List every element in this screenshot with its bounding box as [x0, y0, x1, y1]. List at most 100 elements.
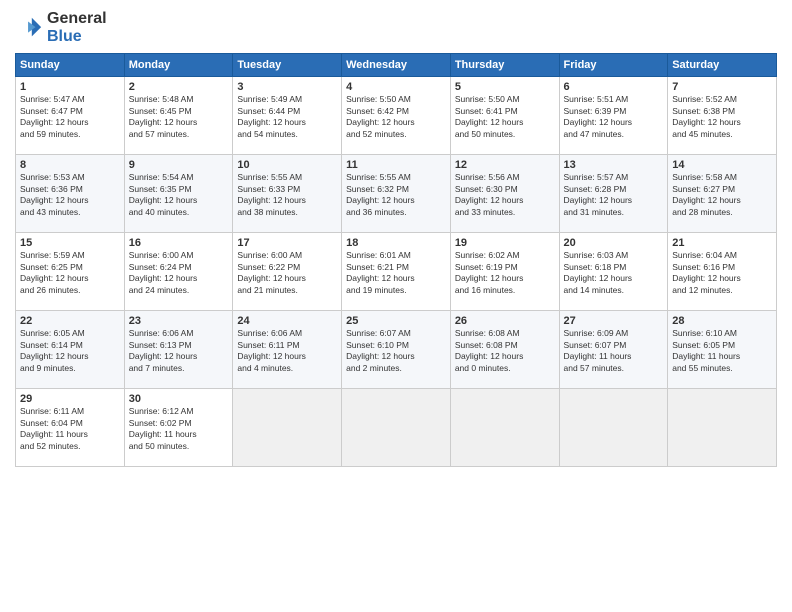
cell-line: Sunrise: 6:06 AM — [129, 328, 229, 339]
table-row: 9Sunrise: 5:54 AMSunset: 6:35 PMDaylight… — [124, 155, 233, 233]
day-number: 20 — [564, 237, 664, 249]
cell-line: Sunrise: 6:08 AM — [455, 328, 555, 339]
day-number: 7 — [672, 81, 772, 93]
cell-line: Sunset: 6:35 PM — [129, 184, 229, 195]
day-number: 14 — [672, 159, 772, 171]
table-row: 1Sunrise: 5:47 AMSunset: 6:47 PMDaylight… — [16, 77, 125, 155]
cell-line: Sunrise: 5:55 AM — [237, 172, 337, 183]
cell-line: Sunset: 6:27 PM — [672, 184, 772, 195]
cell-line: and 54 minutes. — [237, 129, 337, 140]
col-friday: Friday — [559, 54, 668, 77]
cell-line: Daylight: 12 hours — [672, 195, 772, 206]
cell-line: Sunset: 6:07 PM — [564, 340, 664, 351]
cell-line: and 38 minutes. — [237, 207, 337, 218]
cell-line: Sunset: 6:18 PM — [564, 262, 664, 273]
table-row: 11Sunrise: 5:55 AMSunset: 6:32 PMDayligh… — [342, 155, 451, 233]
cell-line: Daylight: 12 hours — [455, 273, 555, 284]
cell-line: and 14 minutes. — [564, 285, 664, 296]
cell-line: Daylight: 12 hours — [20, 351, 120, 362]
day-number: 5 — [455, 81, 555, 93]
table-row: 5Sunrise: 5:50 AMSunset: 6:41 PMDaylight… — [450, 77, 559, 155]
cell-line: Sunrise: 6:03 AM — [564, 250, 664, 261]
cell-line: Sunset: 6:39 PM — [564, 106, 664, 117]
cell-line: and 21 minutes. — [237, 285, 337, 296]
day-number: 22 — [20, 315, 120, 327]
cell-line: Sunrise: 5:51 AM — [564, 94, 664, 105]
table-row: 10Sunrise: 5:55 AMSunset: 6:33 PMDayligh… — [233, 155, 342, 233]
cell-line: Daylight: 12 hours — [346, 273, 446, 284]
cell-line: Daylight: 12 hours — [237, 351, 337, 362]
cell-line: Daylight: 12 hours — [237, 117, 337, 128]
day-number: 23 — [129, 315, 229, 327]
table-row: 30Sunrise: 6:12 AMSunset: 6:02 PMDayligh… — [124, 389, 233, 467]
col-thursday: Thursday — [450, 54, 559, 77]
day-number: 8 — [20, 159, 120, 171]
table-row: 15Sunrise: 5:59 AMSunset: 6:25 PMDayligh… — [16, 233, 125, 311]
cell-line: Daylight: 12 hours — [672, 273, 772, 284]
calendar-table: Sunday Monday Tuesday Wednesday Thursday… — [15, 53, 777, 467]
cell-line: Daylight: 11 hours — [129, 429, 229, 440]
cell-line: and 4 minutes. — [237, 363, 337, 374]
day-number: 1 — [20, 81, 120, 93]
table-row: 26Sunrise: 6:08 AMSunset: 6:08 PMDayligh… — [450, 311, 559, 389]
day-number: 9 — [129, 159, 229, 171]
cell-line: Sunrise: 6:09 AM — [564, 328, 664, 339]
cell-line: Sunset: 6:10 PM — [346, 340, 446, 351]
cell-line: and 50 minutes. — [455, 129, 555, 140]
cell-line: Daylight: 12 hours — [129, 351, 229, 362]
cell-line: Sunset: 6:08 PM — [455, 340, 555, 351]
col-wednesday: Wednesday — [342, 54, 451, 77]
logo-text: General Blue — [47, 10, 107, 45]
cell-line: Sunrise: 6:12 AM — [129, 406, 229, 417]
table-row: 2Sunrise: 5:48 AMSunset: 6:45 PMDaylight… — [124, 77, 233, 155]
day-number: 26 — [455, 315, 555, 327]
col-saturday: Saturday — [668, 54, 777, 77]
col-tuesday: Tuesday — [233, 54, 342, 77]
cell-line: Sunset: 6:11 PM — [237, 340, 337, 351]
table-row: 19Sunrise: 6:02 AMSunset: 6:19 PMDayligh… — [450, 233, 559, 311]
cell-line: Daylight: 12 hours — [129, 273, 229, 284]
cell-line: and 9 minutes. — [20, 363, 120, 374]
cell-line: Sunrise: 6:11 AM — [20, 406, 120, 417]
day-number: 16 — [129, 237, 229, 249]
cell-line: Daylight: 12 hours — [346, 117, 446, 128]
day-number: 3 — [237, 81, 337, 93]
cell-line: Sunrise: 5:49 AM — [237, 94, 337, 105]
cell-line: Sunset: 6:25 PM — [20, 262, 120, 273]
table-row: 18Sunrise: 6:01 AMSunset: 6:21 PMDayligh… — [342, 233, 451, 311]
cell-line: Sunrise: 5:58 AM — [672, 172, 772, 183]
col-monday: Monday — [124, 54, 233, 77]
cell-line: Sunrise: 5:53 AM — [20, 172, 120, 183]
cell-line: Sunset: 6:05 PM — [672, 340, 772, 351]
cell-line: and 28 minutes. — [672, 207, 772, 218]
cell-line: Sunrise: 5:59 AM — [20, 250, 120, 261]
day-number: 27 — [564, 315, 664, 327]
cell-line: Sunset: 6:30 PM — [455, 184, 555, 195]
cell-line: Sunrise: 5:57 AM — [564, 172, 664, 183]
cell-line: Sunrise: 5:55 AM — [346, 172, 446, 183]
header-row: Sunday Monday Tuesday Wednesday Thursday… — [16, 54, 777, 77]
cell-line: Sunrise: 6:06 AM — [237, 328, 337, 339]
cell-line: Sunrise: 6:01 AM — [346, 250, 446, 261]
day-number: 24 — [237, 315, 337, 327]
cell-line: Daylight: 11 hours — [672, 351, 772, 362]
cell-line: and 0 minutes. — [455, 363, 555, 374]
cell-line: Sunset: 6:28 PM — [564, 184, 664, 195]
cell-line: Daylight: 12 hours — [346, 351, 446, 362]
cell-line: Daylight: 12 hours — [455, 351, 555, 362]
table-row: 3Sunrise: 5:49 AMSunset: 6:44 PMDaylight… — [233, 77, 342, 155]
table-row: 12Sunrise: 5:56 AMSunset: 6:30 PMDayligh… — [450, 155, 559, 233]
table-row: 21Sunrise: 6:04 AMSunset: 6:16 PMDayligh… — [668, 233, 777, 311]
cell-line: Sunset: 6:47 PM — [20, 106, 120, 117]
day-number: 30 — [129, 393, 229, 405]
col-sunday: Sunday — [16, 54, 125, 77]
cell-line: Daylight: 12 hours — [564, 117, 664, 128]
cell-line: and 12 minutes. — [672, 285, 772, 296]
table-row — [668, 389, 777, 467]
table-row — [559, 389, 668, 467]
cell-line: Daylight: 11 hours — [564, 351, 664, 362]
table-row: 20Sunrise: 6:03 AMSunset: 6:18 PMDayligh… — [559, 233, 668, 311]
day-number: 12 — [455, 159, 555, 171]
cell-line: Daylight: 12 hours — [564, 195, 664, 206]
cell-line: Sunrise: 6:00 AM — [129, 250, 229, 261]
